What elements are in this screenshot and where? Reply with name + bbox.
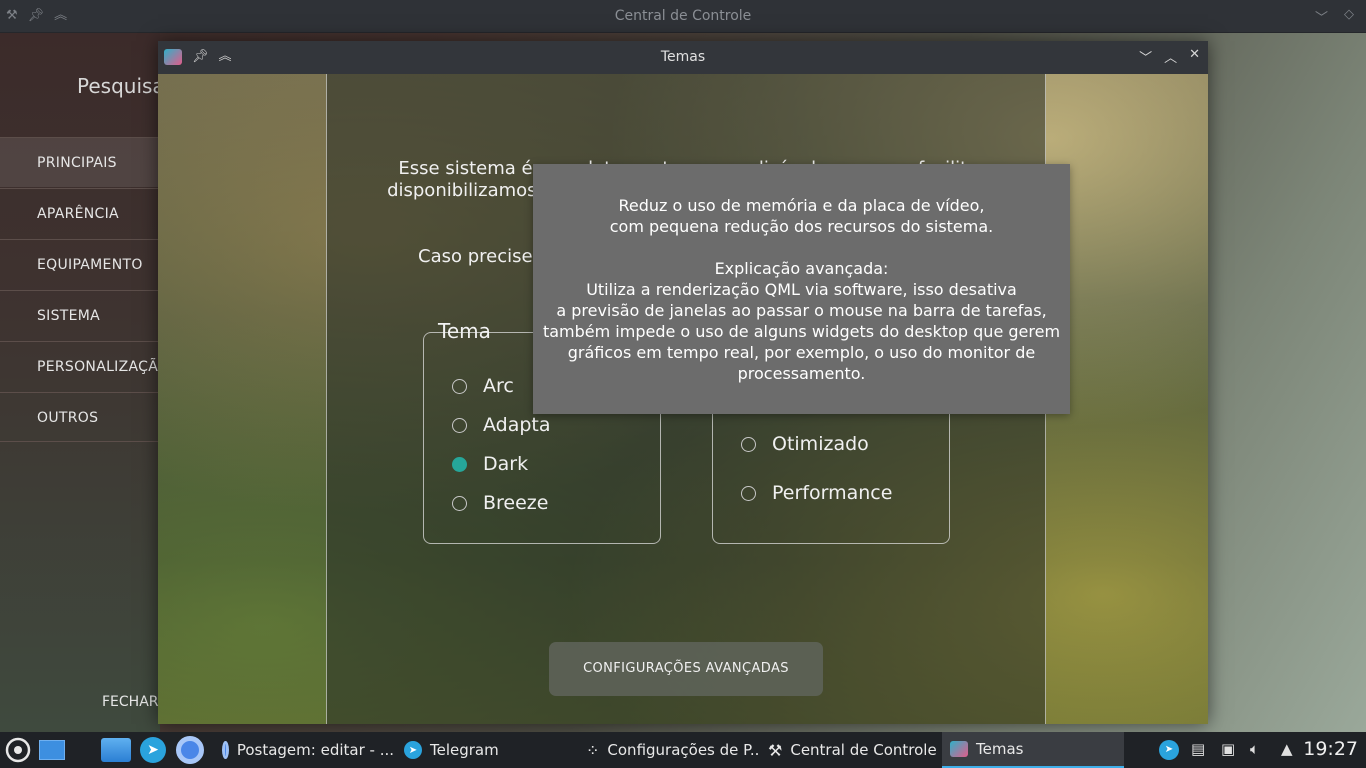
chrome-icon[interactable] (175, 736, 205, 764)
tooltip-heading: Explicação avançada: (714, 259, 889, 278)
sidebar-item-label: SISTEMA (37, 308, 101, 324)
settings-icon: ⁘ (586, 740, 600, 760)
tooltip-line: processamento. (737, 364, 866, 383)
sidebar-item-principais[interactable]: PRINCIPAIS (0, 137, 160, 187)
tooltip-line: Reduz o uso de memória e da placa de víd… (618, 196, 985, 215)
telegram-tray-icon[interactable]: ➤ (1159, 738, 1179, 760)
task-temas[interactable]: Temas (942, 732, 1124, 768)
task-label: Postagem: editar - ... (236, 741, 394, 759)
radio-button[interactable] (741, 485, 756, 501)
task-telegram[interactable]: ➤ Telegram (396, 732, 572, 768)
radio-button[interactable] (452, 417, 467, 433)
tooltip-line: gráficos em tempo real, por exemplo, o u… (567, 343, 1036, 362)
sidebar-item-label: OUTROS (37, 410, 99, 426)
network-icon[interactable]: ▣ (1221, 740, 1235, 758)
tooltip-line: Utiliza a renderização QML via software,… (586, 280, 1017, 299)
task-configuracoes[interactable]: ⁘ Configurações de P... (578, 732, 760, 768)
radio-button[interactable] (452, 378, 467, 394)
radio-arc[interactable]: Arc (452, 375, 514, 397)
radio-button[interactable] (452, 495, 467, 511)
sidebar-item-aparencia[interactable]: APARÊNCIA (0, 188, 160, 238)
volume-icon[interactable]: 🔈︎ (1250, 740, 1259, 758)
tools-icon: ⚒ (768, 740, 783, 760)
chrome-icon (222, 741, 229, 759)
minimize-icon[interactable]: ﹀ (1139, 47, 1152, 66)
tray-expand-icon[interactable]: ▲ (1281, 740, 1293, 758)
clipboard-icon[interactable]: ▤ (1191, 740, 1205, 758)
task-label: Configurações de P... (607, 741, 760, 759)
taskbar: ➤ Postagem: editar - ... ➤ Telegram ⁘ Co… (0, 732, 1366, 768)
radio-breeze[interactable]: Breeze (452, 492, 548, 514)
tooltip-spacer (533, 237, 1070, 258)
radio-button-checked[interactable] (452, 456, 467, 472)
sidebar-item-label: PRINCIPAIS (37, 155, 117, 171)
sidebar-item-label: EQUIPAMENTO (37, 257, 143, 273)
maximize-icon[interactable]: ︿ (1164, 47, 1177, 66)
back-window-title: Central de Controle (614, 8, 752, 24)
tooltip-line: com pequena redução dos recursos do sist… (609, 217, 994, 236)
radio-label: Breeze (483, 492, 549, 514)
task-label: Central de Controle (790, 741, 937, 759)
sidebar-item-personalizacao[interactable]: PERSONALIZAÇÃO (0, 341, 160, 391)
tooltip-line: também impede o uso de alguns widgets do… (542, 322, 1061, 341)
clock[interactable]: 19:27 (1303, 738, 1358, 760)
task-postagem[interactable]: Postagem: editar - ... (214, 732, 394, 768)
radio-button[interactable] (741, 436, 756, 452)
radio-otimizado[interactable]: Otimizado (741, 433, 869, 455)
radio-label: Adapta (483, 414, 551, 436)
sidebar-item-label: APARÊNCIA (37, 206, 119, 222)
start-menu-icon[interactable] (4, 736, 32, 764)
telegram-icon: ➤ (404, 741, 422, 759)
radio-label: Performance (772, 482, 893, 504)
sidebar-item-sistema[interactable]: SISTEMA (0, 290, 160, 340)
sidebar-item-outros[interactable]: OUTROS (0, 392, 160, 442)
radio-label: Otimizado (772, 433, 869, 455)
file-manager-icon[interactable] (100, 736, 132, 764)
app-logo-icon (950, 741, 968, 757)
task-label: Telegram (430, 741, 499, 759)
window-title: Temas (660, 49, 706, 65)
desktop-pager-icon[interactable] (38, 736, 66, 764)
close-button[interactable]: FECHAR (102, 694, 159, 710)
telegram-icon[interactable]: ➤ (139, 736, 167, 764)
radio-label: Arc (483, 375, 514, 397)
back-window-titlebar[interactable]: ⚒ 📌︎ ︽ Central de Controle ﹀ ◇ (0, 0, 1366, 33)
task-central-de-controle[interactable]: ⚒ Central de Controle (760, 732, 942, 768)
task-label: Temas (976, 740, 1024, 758)
maximize-icon[interactable]: ◇ (1344, 7, 1354, 26)
radio-performance[interactable]: Performance (741, 482, 892, 504)
tooltip: Reduz o uso de memória e da placa de víd… (533, 164, 1070, 414)
minimize-icon[interactable]: ﹀ (1315, 7, 1328, 26)
radio-adapta[interactable]: Adapta (452, 414, 551, 436)
themes-window-titlebar[interactable]: 📌︎ ︽ Temas ﹀ ︿ ✕ (158, 41, 1208, 74)
radio-dark[interactable]: Dark (452, 453, 528, 475)
sidebar-item-equipamento[interactable]: EQUIPAMENTO (0, 239, 160, 289)
close-icon[interactable]: ✕ (1189, 47, 1200, 66)
sidebar-item-label: PERSONALIZAÇÃO (37, 359, 160, 375)
search-label[interactable]: Pesquisa (77, 74, 165, 98)
tooltip-line: a previsão de janelas ao passar o mouse … (556, 301, 1047, 320)
radio-label: Dark (483, 453, 529, 475)
theme-group-legend: Tema (438, 319, 491, 343)
advanced-settings-button[interactable]: CONFIGURAÇÕES AVANÇADAS (549, 642, 823, 696)
